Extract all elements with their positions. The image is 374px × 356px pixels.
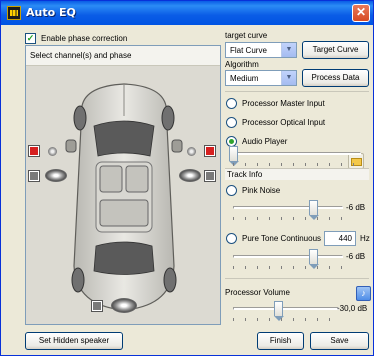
window-title: Auto EQ: [26, 6, 76, 19]
close-button[interactable]: ✕: [352, 4, 370, 22]
pure-tone-label: Pure Tone Continuous: [242, 234, 322, 243]
front-left-phase-button[interactable]: [28, 145, 40, 157]
processor-master-input-radio[interactable]: [226, 98, 237, 109]
right-mid-speaker-icon[interactable]: [179, 169, 201, 182]
front-right-tweeter-icon[interactable]: [187, 147, 196, 156]
finish-button[interactable]: Finish: [257, 332, 304, 350]
right-mid-phase-button[interactable]: [204, 170, 216, 182]
pink-noise-slider-thumb[interactable]: [309, 200, 320, 220]
car-top-view-icon: [65, 83, 183, 311]
auto-eq-window: Auto EQ ✕ ✓ Enable phase correction Sele…: [0, 0, 374, 356]
phase-correction-label: Enable phase correction: [41, 34, 128, 43]
target-curve-select[interactable]: Flat Curve ▼: [225, 42, 297, 58]
slider-ticks: [233, 217, 344, 220]
processor-master-input-label: Processor Master Input: [242, 99, 325, 108]
app-icon: [7, 6, 21, 20]
left-mid-speaker-icon[interactable]: [45, 169, 67, 182]
audio-player-label: Audio Player: [242, 137, 288, 146]
pure-tone-unit: Hz: [360, 234, 370, 243]
pink-noise-radio[interactable]: [226, 185, 237, 196]
pure-tone-slider-track[interactable]: [233, 255, 343, 258]
track-info-header: Track Info: [225, 168, 369, 180]
pure-tone-level: -6 dB: [346, 252, 366, 261]
chevron-down-icon: ▼: [281, 43, 296, 57]
algorithm-value: Medium: [230, 74, 259, 83]
divider: [225, 278, 369, 279]
front-right-phase-button[interactable]: [204, 145, 216, 157]
pure-tone-frequency-input[interactable]: 440: [324, 231, 356, 246]
processor-volume-slider-thumb[interactable]: [273, 301, 284, 321]
target-curve-button[interactable]: Target Curve: [302, 41, 369, 59]
processor-optical-input-radio[interactable]: [226, 117, 237, 128]
channel-panel-header: Select channel(s) and phase: [26, 46, 220, 66]
processor-volume-level: -30,0 dB: [337, 304, 368, 313]
processor-optical-input-label: Processor Optical Input: [242, 118, 326, 127]
pink-noise-level: -6 dB: [346, 203, 366, 212]
phase-correction-checkbox[interactable]: ✓: [25, 33, 36, 44]
folder-open-icon[interactable]: [348, 153, 364, 169]
subwoofer-speaker-icon[interactable]: [111, 298, 137, 313]
processor-volume-slider-track[interactable]: [233, 307, 339, 310]
audio-player-slider-track[interactable]: [233, 152, 361, 155]
front-left-tweeter-icon[interactable]: [48, 147, 57, 156]
pink-noise-slider-track[interactable]: [233, 206, 343, 209]
slider-ticks: [233, 266, 344, 269]
slider-ticks: [233, 163, 362, 166]
save-button[interactable]: Save: [310, 332, 369, 350]
set-hidden-speaker-button[interactable]: Set Hidden speaker: [25, 332, 123, 350]
algorithm-select[interactable]: Medium ▼: [225, 70, 297, 86]
channel-selection-panel: Select channel(s) and phase: [25, 45, 221, 325]
pure-tone-radio[interactable]: [226, 233, 237, 244]
subwoofer-phase-button[interactable]: [91, 300, 103, 312]
processor-volume-label: Processor Volume: [225, 288, 290, 297]
pure-tone-slider-thumb[interactable]: [309, 249, 320, 269]
divider: [225, 91, 369, 92]
title-bar[interactable]: Auto EQ ✕: [1, 1, 373, 25]
pink-noise-label: Pink Noise: [242, 186, 281, 195]
process-data-button[interactable]: Process Data: [302, 69, 369, 87]
audio-player-slider-thumb[interactable]: [229, 146, 239, 166]
target-curve-label: target curve: [225, 31, 268, 40]
speaker-volume-icon[interactable]: ♪: [356, 286, 371, 301]
slider-ticks: [233, 318, 340, 321]
algorithm-label: Algorithm: [225, 60, 259, 69]
target-curve-value: Flat Curve: [230, 46, 267, 55]
left-mid-phase-button[interactable]: [28, 170, 40, 182]
chevron-down-icon: ▼: [281, 71, 296, 85]
